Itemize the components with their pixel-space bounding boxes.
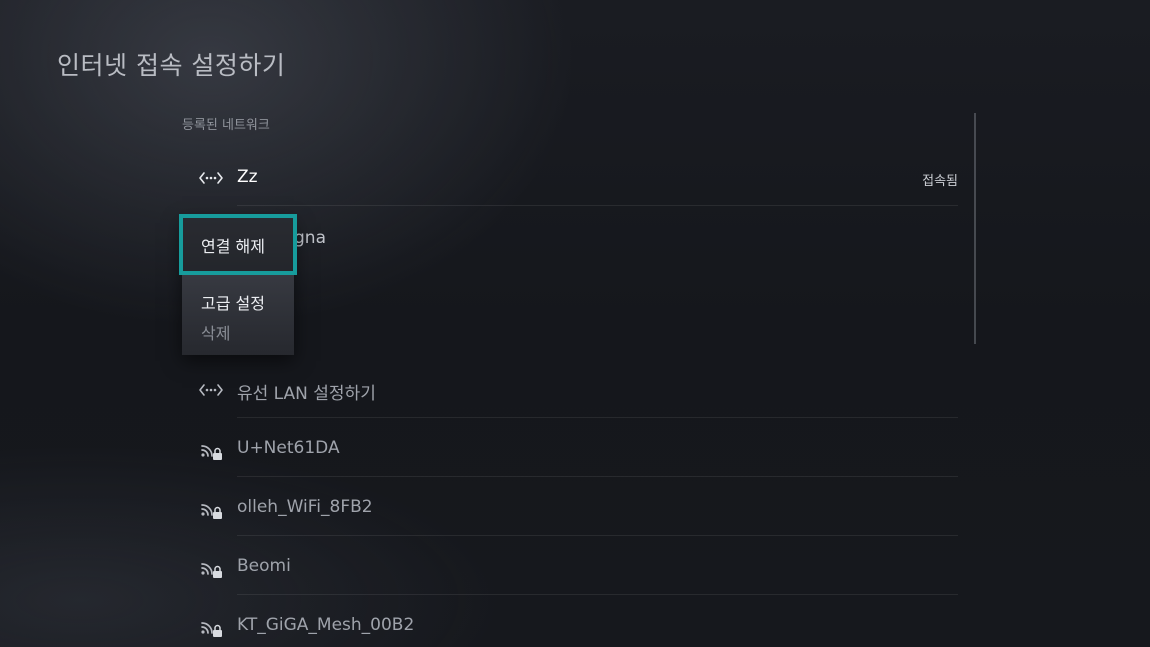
network-name: Beomi (237, 556, 291, 576)
network-row-kt-giga-mesh[interactable]: KT_GiGA_Mesh_00B2 (182, 596, 958, 647)
connection-status: 접속됨 (922, 174, 958, 189)
disconnect-option[interactable]: 연결 해제 (179, 214, 297, 275)
network-row-zz[interactable]: Zz 접속됨 (182, 148, 958, 206)
wired-ellipsis-icon (198, 377, 224, 403)
disconnect-option-label: 연결 해제 (201, 237, 265, 256)
network-name: olleh_WiFi_8FB2 (237, 497, 373, 517)
wifi-locked-icon (198, 495, 224, 521)
advanced-settings-option[interactable]: 고급 설정 (201, 290, 265, 314)
wifi-locked-icon (198, 554, 224, 580)
wired-lan-setup-row[interactable]: 유선 LAN 설정하기 (182, 360, 958, 418)
network-row-beomi[interactable]: Beomi (182, 537, 958, 595)
registered-networks-label: 등록된 네트워크 (182, 118, 270, 133)
delete-option[interactable]: 삭제 (201, 320, 230, 344)
network-name: 유선 LAN 설정하기 (237, 384, 376, 404)
scrollbar[interactable] (974, 113, 976, 344)
wifi-locked-icon (198, 613, 224, 639)
network-name: U+Net61DA (237, 438, 340, 458)
network-row-olleh-wifi[interactable]: olleh_WiFi_8FB2 (182, 478, 958, 536)
divider (237, 417, 958, 418)
hidden-network-name: gna (294, 228, 326, 248)
wired-ellipsis-icon (198, 165, 224, 191)
network-name: Zz (237, 167, 258, 187)
network-row-unet61da[interactable]: U+Net61DA (182, 419, 958, 477)
page-title: 인터넷 접속 설정하기 (57, 51, 286, 80)
divider (237, 205, 958, 206)
divider (237, 535, 958, 536)
divider (237, 594, 958, 595)
network-name: KT_GiGA_Mesh_00B2 (237, 615, 415, 635)
divider (237, 476, 958, 477)
wifi-locked-icon (198, 436, 224, 462)
